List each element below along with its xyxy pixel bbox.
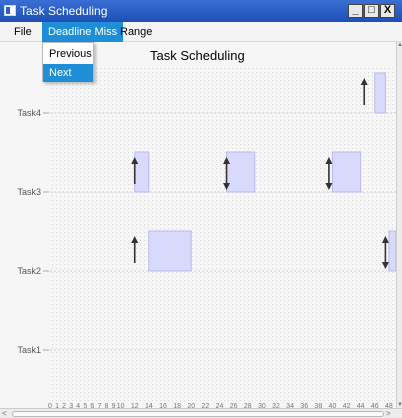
maximize-button[interactable]: □ [364, 4, 379, 18]
menu-item-previous[interactable]: Previous [43, 45, 93, 63]
horizontal-scroll-thumb[interactable] [12, 411, 384, 417]
menu-deadline-miss[interactable]: Deadline Miss [42, 22, 124, 42]
window-title-bar[interactable]: Task Scheduling _ □ X [0, 0, 402, 22]
close-button[interactable]: X [380, 4, 395, 18]
menu-bar: File Deadline Miss Range [0, 22, 402, 42]
scroll-up-arrow-icon[interactable]: ▲ [397, 42, 402, 48]
app-icon [4, 5, 16, 16]
chart-panel: Task Scheduling [0, 42, 402, 418]
menu-range[interactable]: Range [114, 22, 158, 42]
vertical-scrollbar[interactable]: ▲ ▼ [396, 42, 402, 408]
menu-item-next[interactable]: Next [43, 64, 93, 82]
chart-title: Task Scheduling [150, 48, 245, 63]
deadline-miss-dropdown: Previous Next [42, 42, 94, 82]
horizontal-scrollbar[interactable]: < > [0, 408, 402, 418]
menu-file[interactable]: File [8, 22, 38, 42]
scroll-right-arrow-icon[interactable]: > [386, 409, 394, 418]
scroll-left-arrow-icon[interactable]: < [2, 409, 10, 418]
window-title: Task Scheduling [20, 4, 108, 18]
minimize-button[interactable]: _ [348, 4, 363, 18]
